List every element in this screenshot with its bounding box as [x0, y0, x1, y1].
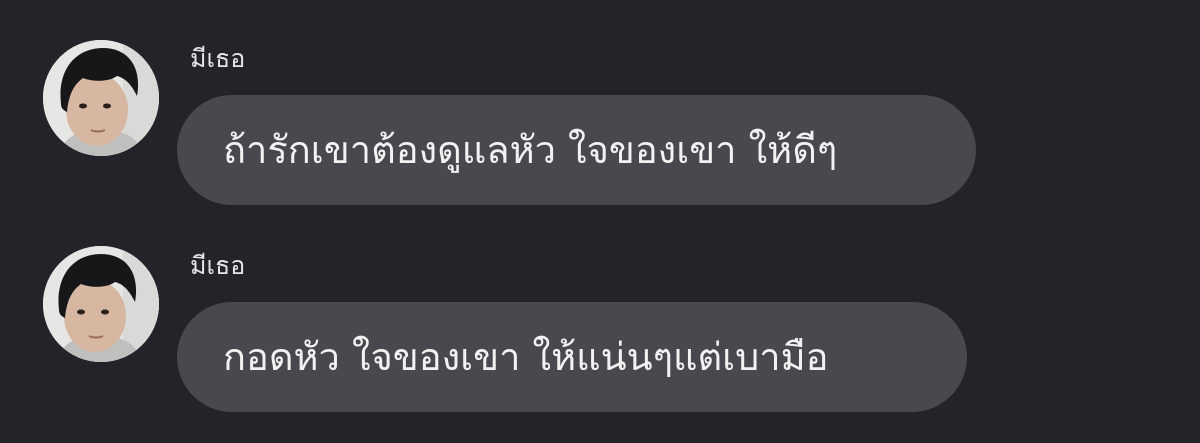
sender-name: มีเธอ [190, 44, 246, 73]
message-bubble[interactable]: กอดหัว ใจของเขา ให้แน่นๆแต่เบามือ [177, 302, 967, 412]
avatar[interactable] [43, 40, 159, 156]
avatar-photo-icon [43, 246, 159, 362]
avatar-photo-icon [43, 40, 159, 156]
message-bubble[interactable]: ถ้ารักเขาต้องดูแลหัว ใจของเขา ให้ดีๆ [177, 95, 976, 205]
avatar[interactable] [43, 246, 159, 362]
sender-name: มีเธอ [190, 251, 246, 280]
